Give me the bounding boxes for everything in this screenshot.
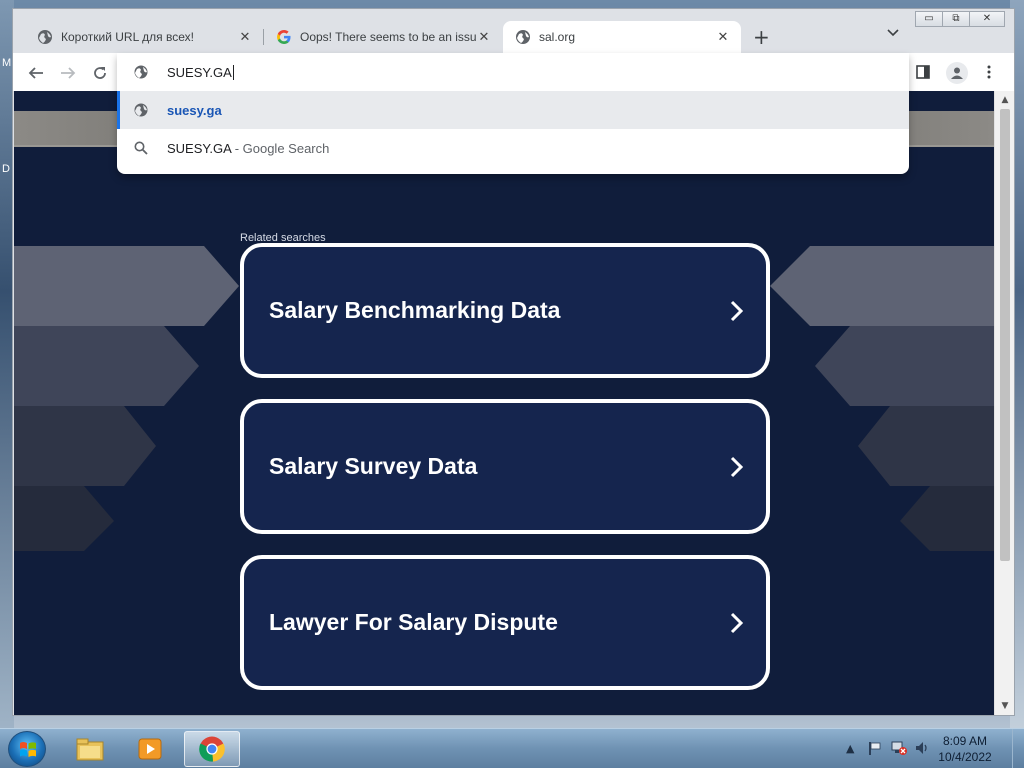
decorative-chevrons-left [14,246,239,551]
related-search-card[interactable]: Lawyer For Salary Dispute [240,555,770,690]
clock-time: 8:09 AM [942,734,988,748]
start-button[interactable] [8,731,46,767]
tab-oops[interactable]: Oops! There seems to be an issue ✕ [264,21,502,53]
text-caret [232,64,234,80]
chevron-right-icon [730,456,744,477]
new-tab-button[interactable]: + [753,27,770,47]
decorative-chevrons-right [770,246,994,551]
google-g-icon [277,30,291,44]
taskbar-explorer[interactable] [62,731,118,767]
tab-strip: Короткий URL для всех! ✕ Oops! There see… [13,9,1014,53]
back-button[interactable] [24,61,48,85]
card-label: Lawyer For Salary Dispute [269,609,558,635]
tab-sal-org[interactable]: sal.org ✕ [503,21,741,53]
minimize-button[interactable]: ▭ [915,11,943,27]
taskbar-chrome[interactable] [184,731,240,767]
clock-date: 10/4/2022 [938,750,992,764]
network-error-icon [891,741,907,755]
reload-icon [94,67,106,79]
suggestion-text: SUESY.GA [167,140,232,156]
action-center-icon[interactable] [866,739,882,757]
forward-arrow-icon [61,67,76,79]
tab-title: Короткий URL для всех! [61,30,194,44]
close-tab-icon[interactable]: ✕ [715,29,731,45]
vertical-scrollbar[interactable]: ▲ ▼ [994,91,1014,715]
folder-icon [76,738,104,761]
search-icon [134,141,148,155]
suggestion-search[interactable]: SUESY.GA - Google Search [117,129,909,167]
chevron-down-icon[interactable] [887,29,899,37]
forward-button[interactable] [56,61,80,85]
flag-icon [869,742,881,755]
show-desktop-button[interactable] [1012,729,1024,768]
side-panel-icon [916,65,930,79]
scroll-down-arrow-icon[interactable]: ▼ [999,701,1011,711]
scroll-up-arrow-icon[interactable]: ▲ [999,95,1011,105]
desktop-label-fragment: M [2,57,12,69]
menu-button[interactable] [979,62,999,82]
card-label: Salary Benchmarking Data [269,297,561,323]
suggestion-subtext: - Google Search [231,140,330,156]
globe-icon [134,103,148,117]
address-input-value[interactable]: SUESY.GA [167,65,232,80]
taskbar: ▲ 8:09 AM 10/4/2022 [0,728,1024,768]
close-tab-icon[interactable]: ✕ [237,29,253,45]
globe-icon [516,30,530,44]
taskbar-media-player[interactable] [122,731,178,767]
back-arrow-icon [28,67,43,79]
reload-button[interactable] [88,61,112,85]
tab-short-url[interactable]: Короткий URL для всех! ✕ [25,21,263,53]
address-bar[interactable]: SUESY.GA [117,53,909,91]
related-search-card[interactable]: Salary Survey Data [240,399,770,534]
show-hidden-icons-button[interactable]: ▲ [846,739,854,757]
desktop-label-fragment: D [2,163,10,175]
suggestion-url[interactable]: suesy.ga [117,91,909,129]
page-viewport: Related searches Salary Benchmarking Dat… [14,91,994,715]
related-search-card[interactable]: Salary Benchmarking Data [240,243,770,378]
browser-window: Короткий URL для всех! ✕ Oops! There see… [12,8,1015,716]
speaker-icon [916,742,927,754]
media-player-icon [138,738,162,760]
globe-icon [38,30,52,44]
profile-button[interactable] [946,62,968,84]
tab-title: Oops! There seems to be an issue [300,30,476,44]
close-window-button[interactable]: ✕ [969,11,1005,27]
network-icon[interactable] [890,739,908,757]
card-label: Salary Survey Data [269,453,478,479]
maximize-button[interactable]: ⧉ [942,11,970,27]
suggestion-text: suesy.ga [167,102,222,118]
user-avatar-icon [951,67,963,79]
triangle-up-icon: ▲ [846,741,855,755]
windows-logo-icon [20,742,36,757]
globe-icon [134,65,148,79]
chrome-icon [199,736,225,762]
scrollbar-thumb[interactable] [1000,109,1010,561]
chevron-right-icon [730,612,744,633]
close-tab-icon[interactable]: ✕ [476,29,492,45]
more-vertical-icon [987,65,991,79]
volume-icon[interactable] [914,739,930,757]
omnibox-dropdown: SUESY.GA suesy.ga SUESY.GA - Google Sear… [117,53,909,174]
tab-title: sal.org [539,30,576,44]
system-clock[interactable]: 8:09 AM 10/4/2022 [934,733,996,765]
side-panel-button[interactable] [913,62,933,82]
chevron-right-icon [730,300,744,321]
